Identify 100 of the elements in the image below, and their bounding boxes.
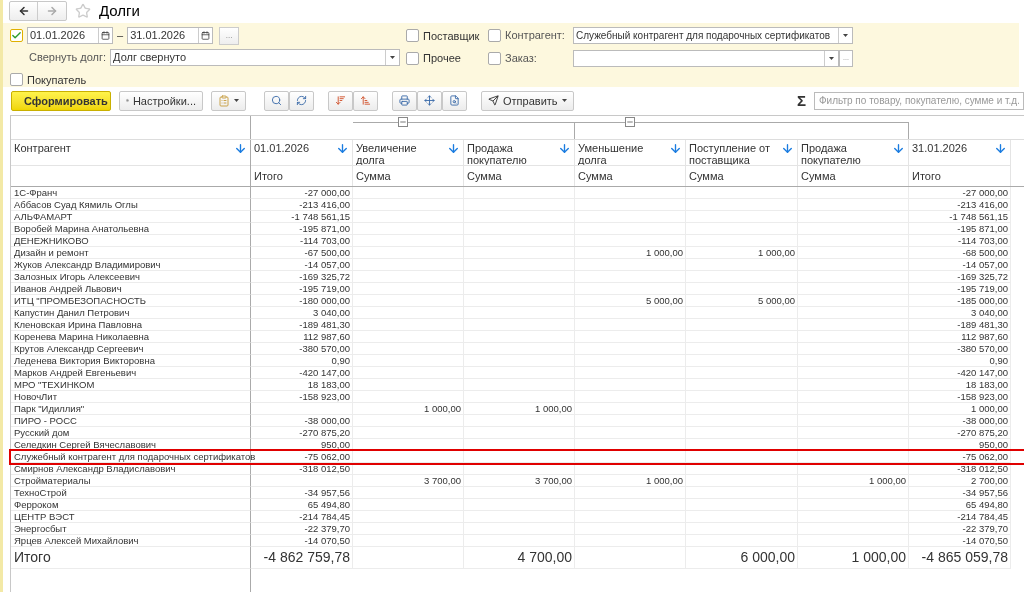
period-button[interactable]: ... — [219, 26, 240, 45]
search-button[interactable] — [264, 90, 289, 111]
column-header[interactable]: Увеличение долга — [353, 140, 463, 165]
column-header[interactable]: 31.01.2026 — [909, 140, 1010, 165]
amount-cell: -180 000,00 — [251, 295, 353, 307]
filter-search-field[interactable]: Фильтр по товару, покупателю, сумме и т.д. — [814, 91, 1024, 110]
counterparty-cell: Жуков Александр Владимирович — [11, 259, 251, 271]
collapse-label: Свернуть долг: — [29, 49, 107, 65]
order-label: Заказ: — [505, 50, 538, 66]
sort-icon[interactable] — [669, 142, 682, 155]
counterparty-cell: ЦЕНТР ВЭСТ — [11, 511, 251, 523]
amount-cell: -189 481,30 — [909, 319, 1011, 331]
sort-icon[interactable] — [336, 142, 349, 155]
amount-cell: 0,90 — [909, 355, 1011, 367]
calendar-icon[interactable] — [201, 31, 211, 40]
collapse-group-icon[interactable] — [398, 117, 408, 127]
checkbox[interactable] — [406, 51, 419, 65]
amount-cell: -14 070,50 — [251, 535, 353, 547]
amount-cell: -68 500,00 — [909, 247, 1011, 259]
counterparty-cell: Залозных Игорь Алексеевич — [11, 271, 251, 283]
amount-cell: -1 748 561,15 — [909, 211, 1011, 223]
print-button[interactable] — [392, 90, 417, 111]
amount-cell: 1 000,00 — [798, 475, 909, 487]
options-menu-button[interactable] — [211, 90, 246, 111]
amount-cell: -114 703,00 — [909, 235, 1011, 247]
counterparty-cell: Марков Андрей Евгеньевич — [11, 367, 251, 379]
checkbox[interactable] — [10, 73, 23, 87]
column-header[interactable]: Продажа покупателю — [464, 140, 574, 165]
star-icon[interactable] — [75, 3, 91, 20]
amount-cell: -158 923,00 — [251, 391, 353, 403]
collapse-button[interactable] — [353, 90, 378, 111]
collapse-group-icon[interactable] — [625, 117, 635, 127]
amount-cell: -214 784,45 — [909, 511, 1011, 523]
amount-cell: 3 700,00 — [353, 475, 464, 487]
caret-icon — [829, 56, 834, 60]
sort-icon[interactable] — [234, 142, 247, 155]
date-separator: – — [117, 28, 124, 44]
amount-cell: -114 703,00 — [251, 235, 353, 247]
date-from-field[interactable]: 01.01.2026 — [27, 27, 113, 44]
amount-cell: 65 494,80 — [909, 499, 1011, 511]
sort-icon[interactable] — [558, 142, 571, 155]
amount-cell: 1 000,00 — [909, 403, 1011, 415]
order-select[interactable] — [573, 49, 839, 67]
preview-button[interactable] — [442, 90, 467, 111]
counterparty-cell: Ферроком — [11, 499, 251, 511]
counterparty-cell: Воробей Марина Анатольевна — [11, 223, 251, 235]
column-subheader: Сумма — [798, 165, 908, 186]
refresh-search-button[interactable] — [289, 90, 314, 111]
column-header[interactable]: Продажа покупателю — [798, 140, 908, 165]
amount-cell: 1 000,00 — [575, 247, 686, 259]
counterparty-cell: Кленовская Ирина Павловна — [11, 319, 251, 331]
caret-icon — [234, 99, 239, 103]
amount-cell: -189 481,30 — [251, 319, 353, 331]
amount-cell: 2 700,00 — [909, 475, 1011, 487]
move-button[interactable] — [417, 90, 442, 111]
amount-cell: -34 957,56 — [909, 487, 1011, 499]
amount-cell: 3 040,00 — [909, 307, 1011, 319]
calendar-icon[interactable] — [101, 31, 110, 40]
counterparty-cell: Энергосбыт — [11, 523, 251, 535]
date-to-field[interactable]: 31.01.2026 — [127, 27, 214, 44]
collapse-select[interactable]: Долг свернуто — [110, 48, 401, 66]
amount-cell: -169 325,72 — [251, 271, 353, 283]
checkbox[interactable] — [488, 28, 501, 42]
column-header[interactable]: 01.01.2026 — [251, 140, 352, 165]
counterparty-cell: Аббасов Суад Кямиль Оглы — [11, 199, 251, 211]
column-header[interactable]: Контрагент — [11, 140, 250, 165]
column-subheader: Сумма — [353, 165, 463, 186]
amount-cell: -14 070,50 — [909, 535, 1011, 547]
generate-button[interactable]: Сформировать — [11, 90, 111, 111]
amount-cell: -213 416,00 — [909, 199, 1011, 211]
amount-cell: 18 183,00 — [251, 379, 353, 391]
counterparty-select[interactable]: Служебный контрагент для подарочных сертификатов — [573, 26, 853, 44]
amount-cell: -270 875,20 — [909, 427, 1011, 439]
sort-icon[interactable] — [994, 142, 1007, 155]
counterparty-cell: 1С-Франч — [11, 187, 251, 199]
checkbox[interactable] — [488, 51, 501, 65]
send-button[interactable]: Отправить — [481, 90, 574, 111]
counterparty-cell: МРО "ТЕХИНКОМ — [11, 379, 251, 391]
checkbox-label: Прочее — [423, 51, 461, 66]
caret-icon — [390, 55, 396, 59]
amount-cell: 1 000,00 — [353, 403, 464, 415]
column-header[interactable]: Поступление от поставщика — [686, 140, 797, 165]
amount-cell: 0,90 — [251, 355, 353, 367]
total-label: Итого — [11, 547, 251, 569]
checkbox[interactable] — [10, 29, 23, 42]
settings-button[interactable]: Настройки... — [119, 90, 203, 111]
amount-cell: -195 719,00 — [909, 283, 1011, 295]
amount-cell: -214 784,45 — [251, 511, 353, 523]
sort-icon[interactable] — [447, 142, 460, 155]
column-header[interactable]: Уменьшение долга — [575, 140, 685, 165]
checkbox[interactable] — [406, 29, 419, 43]
sort-icon[interactable] — [892, 142, 905, 155]
amount-cell: -158 923,00 — [909, 391, 1011, 403]
amount-cell: 112 987,60 — [909, 331, 1011, 343]
amount-cell: -27 000,00 — [909, 187, 1011, 199]
amount-cell: -318 012,50 — [909, 463, 1011, 475]
search-icon — [271, 95, 282, 107]
sort-icon[interactable] — [781, 142, 794, 155]
counterparty-cell: АЛЬФАМАРТ — [11, 211, 251, 223]
expand-button[interactable] — [328, 90, 353, 111]
